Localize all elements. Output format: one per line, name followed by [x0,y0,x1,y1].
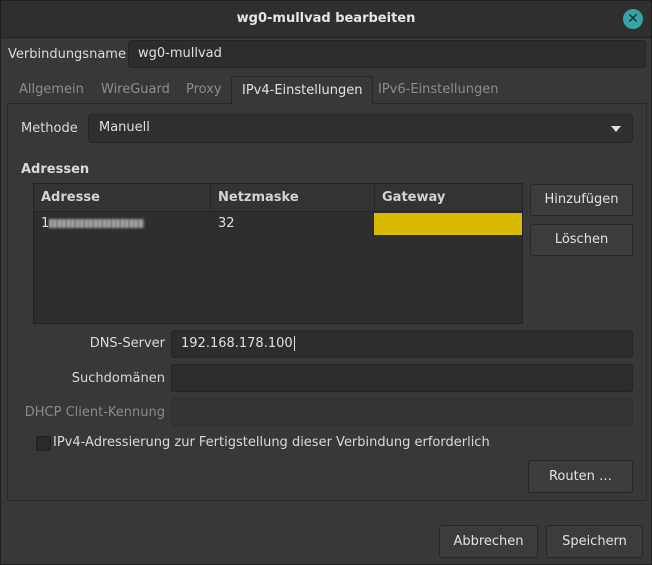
add-address-button[interactable]: Hinzufügen [530,184,633,216]
tab-allgemein[interactable]: Allgemein [9,76,94,103]
connection-name-input[interactable]: wg0-mullvad [128,40,646,68]
column-header-address[interactable]: Adresse [34,184,211,212]
tab-wireguard[interactable]: WireGuard [91,76,180,103]
dhcp-client-id-label: DHCP Client-Kennung [24,405,165,420]
window-title: wg0-mullvad bearbeiten [236,11,416,26]
address-value: 1 [41,216,50,231]
dhcp-client-id-input [171,398,633,426]
text-cursor [293,336,295,351]
dns-label: DNS-Server [89,336,165,351]
tab-ipv6-settings[interactable]: IPv6-Einstellungen [368,76,508,103]
cancel-button[interactable]: Abbrechen [439,525,538,558]
method-dropdown[interactable]: Manuell [88,114,633,143]
redacted-address [49,219,145,228]
tab-ipv4-settings[interactable]: IPv4-Einstellungen [231,76,374,104]
search-domains-input[interactable] [171,364,633,392]
tab-proxy[interactable]: Proxy [176,76,232,103]
dns-server-input[interactable]: 192.168.178.100 [171,330,633,358]
dns-server-value: 192.168.178.100 [181,336,293,351]
method-value: Manuell [99,120,150,135]
search-domains-label: Suchdomänen [71,371,165,386]
save-button[interactable]: Speichern [546,525,643,558]
close-icon[interactable]: ✕ [623,9,643,29]
require-ipv4-checkbox[interactable] [36,436,51,451]
method-label: Methode [21,121,78,136]
addresses-table[interactable]: Adresse Netzmaske Gateway 1 32 [33,183,523,324]
column-header-gateway[interactable]: Gateway [375,184,522,212]
delete-address-button[interactable]: Löschen [530,224,633,256]
addresses-heading: Adressen [21,162,90,177]
titlebar[interactable]: wg0-mullvad bearbeiten ✕ [1,1,651,38]
routes-button[interactable]: Routen … [528,460,633,493]
dialog-window: wg0-mullvad bearbeiten ✕ Verbindungsname… [0,0,652,565]
dropdown-arrow-icon [611,126,621,132]
column-header-netmask[interactable]: Netzmaske [211,184,375,212]
gateway-cell-editing[interactable] [374,213,522,235]
require-ipv4-label[interactable]: IPv4-Adressierung zur Fertigstellung die… [53,435,490,450]
netmask-cell[interactable]: 32 [211,213,375,235]
address-cell[interactable]: 1 [34,213,211,235]
tab-bar: Allgemein WireGuard Proxy IPv4-Einstellu… [7,76,647,104]
connection-name-label: Verbindungsname [8,47,126,62]
connection-name-value: wg0-mullvad [138,46,222,61]
